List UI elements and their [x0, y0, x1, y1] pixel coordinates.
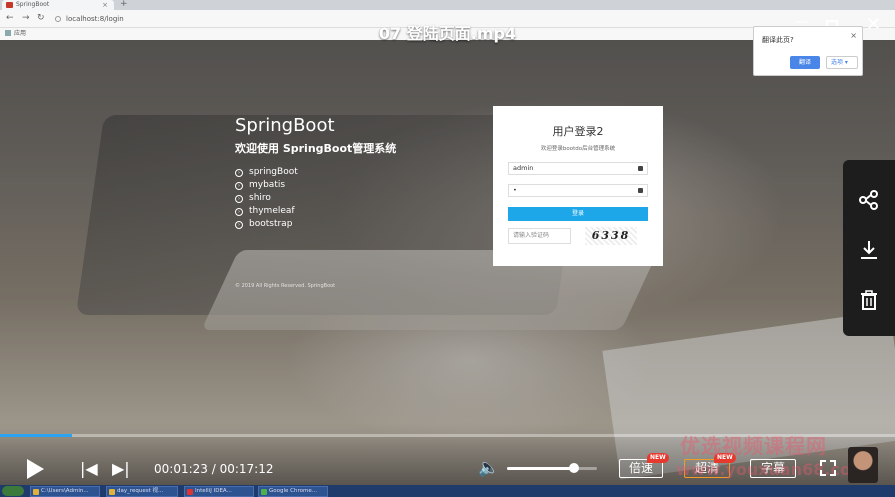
taskbar-label: Google Chrome... — [269, 488, 317, 494]
browser-tab[interactable]: SpringBoot × — [2, 0, 114, 10]
feature-list: › springBoot › mybatis › shiro › thymeleaf ›… — [235, 166, 396, 231]
translate-popup: 翻译此页? × 翻译 选项 ▾ — [753, 26, 863, 76]
volume-level — [507, 467, 574, 470]
translate-question: 翻译此页? — [762, 36, 794, 44]
username-input[interactable]: admin — [508, 162, 648, 175]
current-time: 00:01:23 — [154, 462, 208, 476]
feature-label: thymeleaf — [249, 206, 295, 216]
side-action-panel — [843, 160, 895, 336]
new-tab-icon[interactable]: + — [120, 0, 128, 9]
intro-subtitle: 欢迎使用 SpringBoot管理系统 — [235, 142, 397, 155]
browser-tab-title: SpringBoot — [16, 1, 50, 8]
login-button[interactable]: 登录 — [508, 207, 648, 221]
translate-close-icon[interactable]: × — [850, 31, 857, 40]
favicon-icon — [6, 2, 13, 8]
username-value: admin — [513, 164, 534, 172]
browser-tab-strip: SpringBoot × + — [0, 0, 895, 10]
login-card: 用户登录2 欢迎登录bootdo后台管理系统 admin • 登录 请输入验证码… — [493, 106, 663, 266]
lock-icon — [638, 188, 643, 193]
watermark-line1: 优选视频课程网 — [680, 434, 827, 458]
chrome-icon — [261, 489, 267, 495]
total-time: 00:17:12 — [219, 462, 274, 476]
time-display: 00:01:23 / 00:17:12 — [154, 462, 274, 476]
translate-options-label: 选项 — [831, 59, 844, 66]
volume-handle[interactable] — [568, 463, 579, 473]
taskbar-label: IntelliJ IDEA... — [195, 488, 232, 494]
taskbar-label: day_request 视... — [117, 488, 164, 494]
check-circle-icon: › — [235, 169, 243, 177]
trash-icon[interactable] — [843, 278, 895, 318]
feature-item: › bootstrap — [235, 218, 396, 231]
copyright-text: © 2019 All Rights Reserved. SpringBoot — [235, 283, 336, 289]
login-title: 用户登录2 — [552, 125, 604, 138]
check-circle-icon: › — [235, 182, 243, 190]
new-badge: NEW — [647, 453, 669, 463]
next-icon[interactable]: ▶| — [112, 460, 130, 478]
feature-item: › springBoot — [235, 166, 396, 179]
volume-slider[interactable] — [507, 463, 597, 473]
feature-label: shiro — [249, 193, 271, 203]
user-icon — [638, 166, 643, 171]
feature-item: › shiro — [235, 192, 396, 205]
close-icon[interactable]: ✕ — [866, 14, 881, 35]
check-circle-icon: › — [235, 221, 243, 229]
taskbar-label: C:\Users\Admin... — [41, 488, 89, 494]
translate-options-button[interactable]: 选项 ▾ — [826, 56, 858, 69]
folder-icon — [109, 489, 115, 495]
presenter-avatar — [848, 447, 878, 483]
feature-item: › mybatis — [235, 179, 396, 192]
translate-button[interactable]: 翻译 — [790, 56, 820, 69]
intellij-icon — [187, 489, 193, 495]
folder-icon — [33, 489, 39, 495]
password-value: • — [513, 186, 517, 194]
download-icon[interactable] — [843, 228, 895, 268]
volume-icon[interactable]: 🔈 — [478, 458, 499, 478]
start-button[interactable] — [2, 486, 24, 496]
taskbar-item[interactable]: Google Chrome... — [258, 486, 328, 497]
taskbar-item[interactable]: IntelliJ IDEA... — [184, 486, 254, 497]
feature-label: mybatis — [249, 180, 286, 190]
brand-title: SpringBoot — [235, 115, 335, 136]
fullscreen-icon[interactable] — [820, 460, 836, 476]
os-taskbar: C:\Users\Admin... day_request 视... Intel… — [0, 485, 895, 497]
login-welcome: 欢迎登录bootdo后台管理系统 — [540, 146, 616, 152]
feature-label: bootstrap — [249, 219, 293, 229]
feature-label: springBoot — [249, 167, 298, 177]
play-icon[interactable] — [27, 459, 44, 479]
tab-close-icon[interactable]: × — [102, 0, 108, 10]
check-circle-icon: › — [235, 208, 243, 216]
previous-icon[interactable]: |◀ — [80, 460, 98, 478]
share-icon[interactable] — [843, 178, 895, 218]
password-input[interactable]: • — [508, 184, 648, 197]
check-circle-icon: › — [235, 195, 243, 203]
captcha-input[interactable]: 请输入验证码 — [508, 228, 571, 244]
captcha-image[interactable]: 6338 — [585, 227, 637, 245]
taskbar-item[interactable]: C:\Users\Admin... — [30, 486, 100, 497]
watermark-line2: www.youxuan68.com — [676, 460, 868, 479]
feature-item: › thymeleaf — [235, 205, 396, 218]
intro-panel: SpringBoot 欢迎使用 SpringBoot管理系统 › springBo… — [235, 115, 396, 231]
taskbar-item[interactable]: day_request 视... — [106, 486, 178, 497]
